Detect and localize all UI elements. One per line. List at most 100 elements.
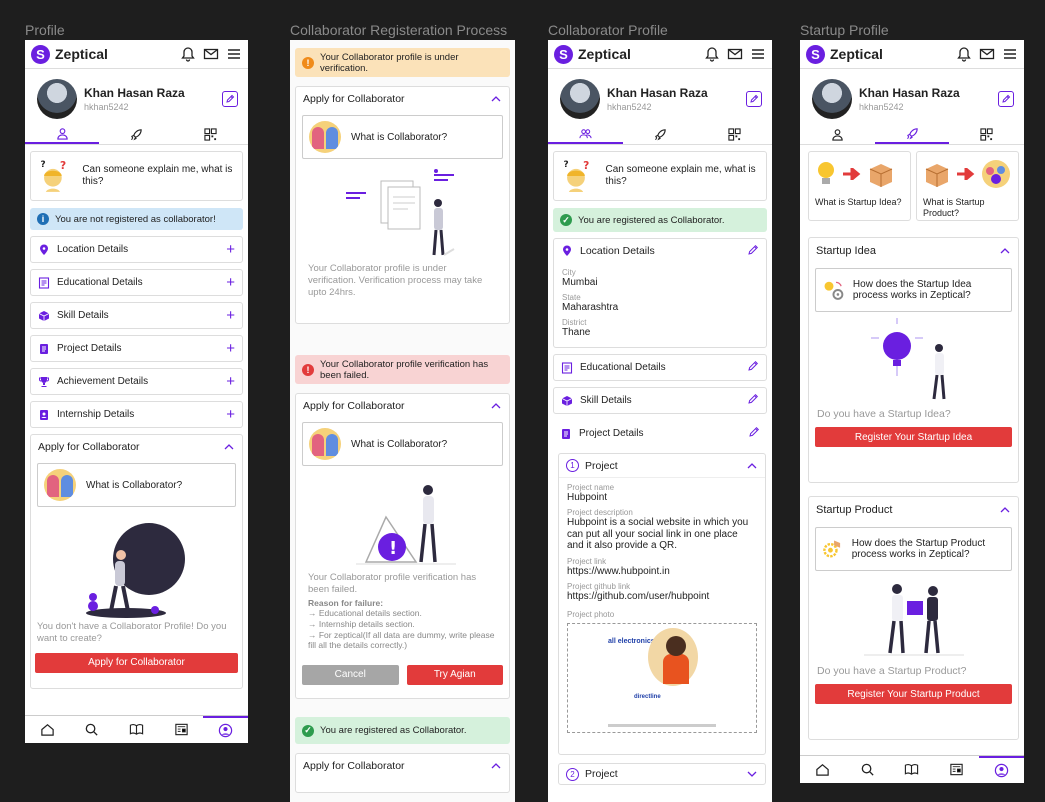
project-link[interactable]: https://www.hubpoint.in (567, 566, 757, 577)
home-icon (816, 764, 829, 776)
apply-collaborator-header[interactable]: Apply for Collaborator (296, 87, 509, 111)
edit-profile-button[interactable] (746, 90, 762, 107)
chevron-up-icon[interactable] (223, 441, 235, 453)
cube-icon (38, 310, 50, 321)
startup-idea-header[interactable]: Startup Idea (809, 238, 1018, 264)
apply-collaborator-header[interactable]: Apply for Collaborator (296, 394, 509, 418)
add-icon[interactable]: + (226, 406, 235, 423)
section-project[interactable]: Project Details (553, 420, 767, 447)
tab-startup[interactable] (874, 125, 950, 144)
apply-collaborator-button[interactable]: Apply for Collaborator (35, 652, 238, 673)
add-icon[interactable]: + (226, 340, 235, 357)
section-educational[interactable]: Educational Details + (30, 269, 243, 296)
section-skill[interactable]: Skill Details + (30, 302, 243, 329)
edit-location-button[interactable] (747, 244, 759, 259)
brand-name: Zeptical (830, 46, 883, 62)
pencil-icon (748, 244, 759, 255)
bell-icon[interactable] (180, 46, 196, 62)
panel-title: Location Details (580, 245, 655, 257)
tab-profile[interactable] (800, 125, 875, 144)
avatar[interactable] (37, 78, 77, 119)
nav-news[interactable] (934, 756, 979, 783)
project-github-link[interactable]: https://github.com/user/hubpoint (567, 591, 757, 602)
section-location[interactable]: Location Details + (30, 236, 243, 263)
nav-learn[interactable] (890, 756, 935, 783)
tab-qr[interactable] (697, 125, 772, 144)
mail-icon[interactable] (727, 46, 743, 62)
tab-startup[interactable] (623, 125, 698, 144)
edit-profile-button[interactable] (222, 90, 238, 107)
app-header: S Zeptical (548, 40, 772, 69)
what-is-startup-product-card[interactable]: What is Startup Product? (916, 151, 1019, 221)
mail-icon[interactable] (979, 46, 995, 62)
add-icon[interactable]: + (226, 241, 235, 258)
project-card-header[interactable]: 1 Project (559, 454, 765, 478)
register-startup-product-button[interactable]: Register Your Startup Product (815, 684, 1012, 705)
process-question: How does the Startup Product process wor… (851, 538, 986, 560)
bell-icon[interactable] (704, 46, 720, 62)
apply-collaborator-header[interactable]: Apply for Collaborator (296, 754, 509, 778)
chevron-up-icon[interactable] (746, 460, 758, 472)
nav-search[interactable] (845, 756, 890, 783)
what-is-startup-idea-card[interactable]: What is Startup Idea? (808, 151, 911, 221)
section-project[interactable]: Project Details + (30, 335, 243, 362)
project-card-header[interactable]: 2 Project (559, 764, 765, 784)
startup-idea-process-card[interactable]: How does the Startup Idea process works … (815, 268, 1012, 312)
bell-icon[interactable] (956, 46, 972, 62)
edit-project-button[interactable] (748, 426, 760, 441)
avatar[interactable] (560, 78, 600, 119)
help-question-card[interactable]: ?? Can someone explain me, what is this? (30, 151, 243, 201)
tab-startup[interactable] (99, 125, 173, 144)
nav-learn[interactable] (114, 716, 159, 743)
chevron-up-icon[interactable] (490, 760, 502, 772)
zeptical-logo-icon: S (31, 44, 50, 64)
register-startup-idea-button[interactable]: Register Your Startup Idea (815, 427, 1012, 448)
help-question-card[interactable]: ?? Can someone explain me, what is this? (553, 151, 767, 201)
section-internship[interactable]: Internship Details + (30, 401, 243, 428)
location-details-header[interactable]: Location Details (554, 239, 766, 263)
nav-home[interactable] (25, 716, 70, 743)
menu-icon[interactable] (750, 46, 766, 62)
what-is-collaborator-card[interactable]: What is Collaborator? (302, 422, 503, 466)
chevron-down-icon[interactable] (746, 768, 758, 780)
what-is-collaborator-card[interactable]: What is Collaborator? (37, 463, 236, 507)
alert-text: You are registered as Collaborator. (320, 725, 467, 736)
project-card-collapsed[interactable]: 2 Project (558, 763, 766, 785)
nav-profile[interactable] (203, 716, 248, 743)
mail-icon[interactable] (203, 46, 219, 62)
add-icon[interactable]: + (226, 307, 235, 324)
apply-collaborator-header[interactable]: Apply for Collaborator (31, 435, 242, 459)
menu-icon[interactable] (1002, 46, 1018, 62)
nav-search[interactable] (70, 716, 115, 743)
tab-qr[interactable] (949, 125, 1024, 144)
chevron-up-icon[interactable] (999, 245, 1011, 257)
section-skill[interactable]: Skill Details (553, 387, 767, 414)
chevron-up-icon[interactable] (490, 93, 502, 105)
menu-icon[interactable] (226, 46, 242, 62)
startup-product-header[interactable]: Startup Product (809, 497, 1018, 523)
startup-idea-panel: Startup Idea How does the Startup Idea p… (808, 237, 1019, 483)
chevron-up-icon[interactable] (999, 504, 1011, 516)
avatar[interactable] (812, 78, 852, 119)
add-icon[interactable]: + (226, 373, 235, 390)
tab-collaborator[interactable] (548, 125, 623, 144)
chevron-up-icon[interactable] (490, 400, 502, 412)
home-icon (41, 724, 54, 736)
cancel-button[interactable]: Cancel (302, 664, 399, 685)
startup-product-process-card[interactable]: How does the Startup Product process wor… (815, 527, 1012, 571)
tab-profile[interactable] (25, 125, 100, 144)
edit-educational-button[interactable] (747, 360, 759, 375)
nav-news[interactable] (159, 716, 204, 743)
field-label: Project description (567, 508, 633, 517)
section-educational[interactable]: Educational Details (553, 354, 767, 381)
add-icon[interactable]: + (226, 274, 235, 291)
project-photo[interactable]: all electronics directline (567, 622, 757, 733)
nav-home[interactable] (800, 756, 845, 783)
what-is-collaborator-card[interactable]: What is Collaborator? (302, 115, 503, 159)
edit-skill-button[interactable] (747, 393, 759, 408)
edit-profile-button[interactable] (998, 90, 1014, 107)
section-achievement[interactable]: Achievement Details + (30, 368, 243, 395)
nav-profile[interactable] (979, 756, 1024, 783)
tab-qr[interactable] (174, 125, 248, 144)
try-again-button[interactable]: Try Agian (406, 664, 503, 685)
